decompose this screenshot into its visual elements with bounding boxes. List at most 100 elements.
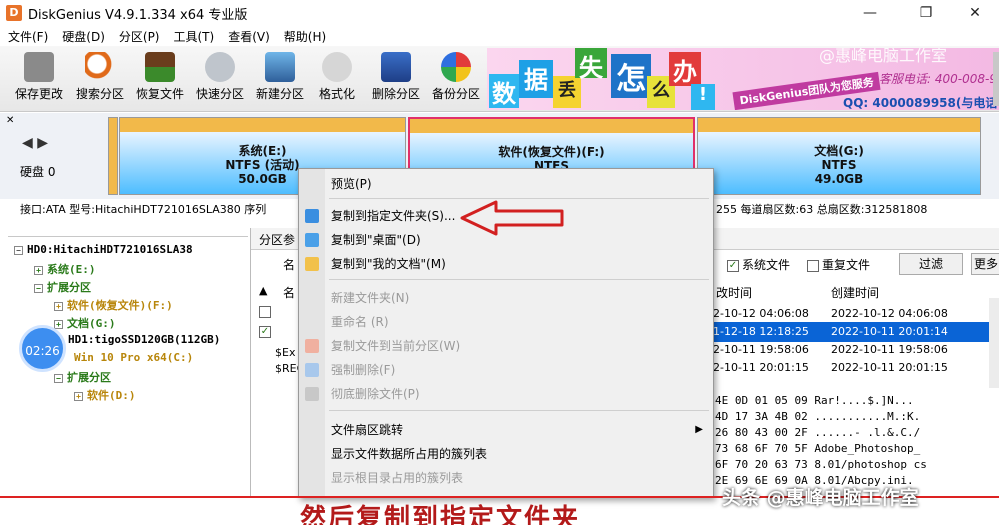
delete-partition-button[interactable]: 删除分区: [368, 48, 424, 108]
menu-item-sector-jump[interactable]: 文件扇区跳转 ▶: [299, 419, 713, 441]
save-changes-button[interactable]: 保存更改: [10, 48, 68, 108]
toolbar-label: 删除分区: [371, 87, 420, 101]
menu-label: 显示文件数据所占用的簇列表: [331, 447, 488, 461]
tree-partition[interactable]: + 软件(D:): [74, 387, 136, 403]
menu-partition[interactable]: 分区(P): [119, 28, 160, 45]
menu-file[interactable]: 文件(F): [8, 28, 48, 45]
tree-disk-hd0[interactable]: − HD0:HitachiHDT721016SLA38: [14, 243, 193, 256]
toolbar-label: 快速分区: [195, 87, 244, 101]
toolbar-label: 保存更改: [14, 87, 63, 101]
file-checkbox-checked[interactable]: ✓: [259, 326, 271, 338]
up-arrow-icon[interactable]: ▲: [259, 284, 267, 297]
tree-partition[interactable]: Win 10 Pro x64(C:): [74, 351, 193, 364]
menu-item-copy-to-documents[interactable]: 复制到"我的文档"(M): [299, 253, 713, 275]
close-panel-icon[interactable]: ✕: [6, 115, 14, 126]
submenu-arrow-icon: ▶: [695, 424, 703, 435]
table-scrollbar[interactable]: [989, 298, 999, 388]
menu-item-cluster-list[interactable]: 显示文件数据所占用的簇列表: [299, 443, 713, 465]
cell-modified: 2-10-11 20:01:15: [713, 361, 809, 374]
menu-item-rename[interactable]: 重命名 (R): [299, 311, 713, 333]
minimize-button[interactable]: —: [847, 0, 893, 26]
table-row[interactable]: 2-10-12 04:06:08 2022-10-12 04:06:08: [713, 304, 999, 324]
tab-partition-params[interactable]: 分区参: [259, 231, 295, 248]
partition-size: 49.0GB: [814, 172, 864, 186]
tree-extended[interactable]: − 扩展分区: [54, 369, 111, 385]
checkbox-checked[interactable]: ✓: [727, 259, 739, 272]
cell-created: 2022-10-11 19:58:06: [831, 343, 948, 356]
partition-g[interactable]: 文档(G:) NTFS 49.0GB: [697, 117, 981, 195]
banner-scrollbar[interactable]: [993, 52, 999, 106]
table-row[interactable]: 2-10-11 20:01:15 2022-10-11 20:01:15: [713, 358, 999, 378]
menu-item-new-folder[interactable]: 新建文件夹(N): [299, 287, 713, 309]
quick-partition-button[interactable]: 快速分区: [192, 48, 248, 108]
banner-char: !: [691, 84, 715, 110]
format-button[interactable]: 格式化: [312, 48, 362, 108]
tree-partition-selected[interactable]: + 软件(恢复文件)(F:): [54, 297, 173, 313]
folder-icon: [305, 257, 319, 271]
menu-label: 复制文件到当前分区(W): [331, 339, 461, 353]
menu-item-wipe[interactable]: 彻底删除文件(P): [299, 383, 713, 405]
close-button[interactable]: ✕: [952, 0, 998, 26]
partition-name: 软件(恢复文件)(F:): [498, 145, 605, 159]
tree-disk-label: HD0:HitachiHDT721016SLA38: [27, 243, 193, 256]
tree-disk-hd1[interactable]: HD1:tigoSSD120GB(112GB): [68, 333, 220, 346]
file-entry[interactable]: $Ex: [275, 346, 295, 359]
wipe-icon: [305, 387, 319, 401]
banner-char: 失: [575, 48, 607, 82]
menu-item-root-cluster-list[interactable]: 显示根目录占用的簇列表: [299, 467, 713, 489]
modified-time-header[interactable]: 改时间: [716, 284, 752, 301]
cell-created: 2022-10-11 20:01:14: [831, 325, 948, 338]
disk-info-right: 255 每道扇区数:63 总扇区数:312581808: [716, 203, 928, 216]
menu-label: 复制到指定文件夹(S)...: [331, 209, 456, 223]
tree-partition[interactable]: + 系统(E:): [34, 261, 96, 277]
disk-nav-arrows[interactable]: ◀ ▶: [22, 135, 48, 151]
recover-icon: [145, 52, 175, 82]
menu-item-preview[interactable]: 预览(P): [299, 173, 713, 195]
created-time-header[interactable]: 创建时间: [831, 284, 879, 301]
menu-view[interactable]: 查看(V): [228, 28, 270, 45]
restore-button[interactable]: ❐: [903, 0, 949, 26]
filter-label: 系统文件: [742, 258, 791, 272]
toolbar-label: 格式化: [318, 87, 355, 101]
more-button[interactable]: 更多: [971, 253, 999, 275]
menu-label: 复制到"我的文档"(M): [331, 257, 446, 271]
video-timer: 02:26: [19, 325, 66, 372]
file-checkbox[interactable]: [259, 306, 271, 318]
video-subtitle: 然后复制到指定文件夹: [300, 504, 581, 525]
hex-line: 73 68 6F 70 5F Adobe_Photoshop_: [715, 442, 921, 455]
backup-partition-button[interactable]: 备份分区: [428, 48, 484, 108]
menu-separator: [329, 410, 709, 411]
table-row[interactable]: 2-10-11 19:58:06 2022-10-11 19:58:06: [713, 340, 999, 360]
cell-created: 2022-10-11 20:01:15: [831, 361, 948, 374]
banner-char: 数: [489, 74, 519, 108]
menu-separator: [329, 279, 709, 280]
partition-name: 系统(E:): [238, 144, 287, 158]
toolbar-label: 搜索分区: [75, 87, 124, 101]
search-partition-button[interactable]: 搜索分区: [72, 48, 128, 108]
menu-item-force-delete[interactable]: 强制删除(F): [299, 359, 713, 381]
banner-watermark: @惠峰电脑工作室: [819, 48, 948, 65]
name-column-header[interactable]: 名: [283, 284, 295, 301]
recover-files-button[interactable]: 恢复文件: [132, 48, 188, 108]
system-files-filter[interactable]: ✓ 系统文件: [727, 256, 790, 273]
new-partition-button[interactable]: 新建分区: [252, 48, 308, 108]
filter-button[interactable]: 过滤: [899, 253, 963, 275]
tree-extended[interactable]: − 扩展分区: [34, 279, 91, 295]
duplicate-files-filter[interactable]: 重复文件: [807, 256, 870, 273]
annotation-arrow-icon: [460, 200, 564, 236]
menu-disk[interactable]: 硬盘(D): [62, 28, 105, 45]
menu-help[interactable]: 帮助(H): [284, 28, 326, 45]
menu-tools[interactable]: 工具(T): [174, 28, 215, 45]
tree-partition[interactable]: + 文档(G:): [54, 315, 116, 331]
menu-item-copy-to-partition[interactable]: 复制文件到当前分区(W): [299, 335, 713, 357]
partition-stub: [108, 117, 118, 195]
banner-char: 怎: [611, 54, 651, 98]
title-bar: D DiskGenius V4.9.1.334 x64 专业版 — ❐ ✕: [0, 0, 999, 26]
banner-char: 丢: [553, 76, 581, 108]
tree-item-label: 扩展分区: [47, 281, 91, 294]
tree-item-label: 软件(恢复文件)(F:): [67, 299, 173, 312]
hex-line: 4D 17 3A 4B 02 ...........M.:K.: [715, 410, 921, 423]
checkbox[interactable]: [807, 259, 819, 272]
ad-banner[interactable]: 数 据 丢 失 怎 么 办 ! DiskGenius团队为您服务 客服电话: 4…: [487, 48, 999, 110]
table-row-selected[interactable]: 1-12-18 12:18:25 2022-10-11 20:01:14: [713, 322, 999, 342]
